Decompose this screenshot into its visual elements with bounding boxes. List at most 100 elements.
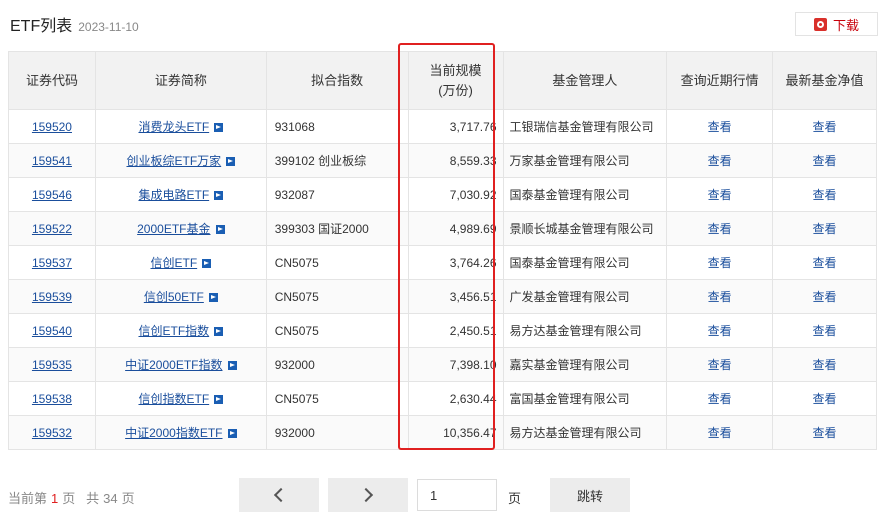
- arrow-right-icon[interactable]: [214, 123, 224, 132]
- manager-cell: 易方达基金管理有限公司: [502, 313, 668, 348]
- col-name: 证券简称: [94, 51, 267, 110]
- name-link[interactable]: 2000ETF基金: [137, 222, 210, 236]
- quote-cell: 查看: [666, 245, 774, 280]
- page-header: ETF列表 2023-11-10: [10, 12, 139, 36]
- size-cell: 2,450.51: [407, 313, 504, 348]
- view-nav-link[interactable]: 查看: [813, 392, 837, 406]
- arrow-right-icon[interactable]: [215, 225, 225, 234]
- next-page-button[interactable]: [328, 478, 408, 512]
- arrow-right-icon[interactable]: [202, 259, 212, 268]
- download-button[interactable]: 下载: [795, 12, 878, 36]
- manager-cell: 景顺长城基金管理有限公司: [502, 211, 668, 246]
- view-quote-link[interactable]: 查看: [708, 324, 732, 338]
- view-quote-link[interactable]: 查看: [708, 222, 732, 236]
- view-nav-link[interactable]: 查看: [813, 324, 837, 338]
- manager-cell: 万家基金管理有限公司: [502, 143, 668, 178]
- code-link[interactable]: 159546: [32, 188, 72, 202]
- name-link[interactable]: 中证2000指数ETF: [125, 426, 222, 440]
- view-nav-link[interactable]: 查看: [813, 290, 837, 304]
- quote-cell: 查看: [666, 177, 774, 212]
- page-number-input[interactable]: [417, 479, 497, 511]
- view-quote-link[interactable]: 查看: [708, 154, 732, 168]
- jump-button[interactable]: 跳转: [550, 478, 630, 512]
- name-link[interactable]: 信创指数ETF: [138, 392, 209, 406]
- arrow-right-icon[interactable]: [214, 191, 224, 200]
- code-cell: 159520: [8, 109, 96, 144]
- arrow-right-icon[interactable]: [227, 361, 237, 370]
- arrow-right-icon[interactable]: [227, 429, 237, 438]
- name-link[interactable]: 信创ETF指数: [138, 324, 209, 338]
- manager-cell: 国泰基金管理有限公司: [502, 177, 668, 212]
- index-cell: 931068: [265, 109, 409, 144]
- manager-cell: 嘉实基金管理有限公司: [502, 347, 668, 382]
- index-cell: CN5075: [265, 245, 409, 280]
- view-nav-link[interactable]: 查看: [813, 154, 837, 168]
- view-nav-link[interactable]: 查看: [813, 256, 837, 270]
- chevron-left-icon: [273, 487, 289, 503]
- view-quote-link[interactable]: 查看: [708, 256, 732, 270]
- code-link[interactable]: 159532: [32, 426, 72, 440]
- code-link[interactable]: 159522: [32, 222, 72, 236]
- table-header-row: 证券代码 证券简称 拟合指数 当前规模 (万份) 基金管理人 查询近期行情 最新…: [8, 51, 877, 110]
- nav-cell: 查看: [772, 245, 877, 280]
- total-suffix: 页: [121, 491, 135, 506]
- view-nav-link[interactable]: 查看: [813, 222, 837, 236]
- col-nav: 最新基金净值: [772, 51, 877, 110]
- col-size: 当前规模 (万份): [407, 51, 504, 110]
- col-size-label: 当前规模: [429, 62, 482, 78]
- index-cell: 932000: [265, 347, 409, 382]
- size-cell: 7,030.92: [407, 177, 504, 212]
- name-link[interactable]: 中证2000ETF指数: [125, 358, 222, 372]
- view-quote-link[interactable]: 查看: [708, 426, 732, 440]
- view-quote-link[interactable]: 查看: [708, 392, 732, 406]
- code-link[interactable]: 159540: [32, 324, 72, 338]
- arrow-right-icon[interactable]: [214, 395, 224, 404]
- view-nav-link[interactable]: 查看: [813, 188, 837, 202]
- code-link[interactable]: 159541: [32, 154, 72, 168]
- table-row: 159522 2000ETF基金 399303 国证2000 4,989.69 景顺长城…: [8, 211, 877, 246]
- arrow-right-icon[interactable]: [226, 157, 236, 166]
- table-row: 159540 信创ETF指数 CN5075 2,450.51 易方达基金管理有限公司 查看…: [8, 313, 877, 348]
- view-quote-link[interactable]: 查看: [708, 120, 732, 134]
- arrow-right-icon[interactable]: [208, 293, 218, 302]
- name-link[interactable]: 消费龙头ETF: [138, 120, 209, 134]
- nav-cell: 查看: [772, 109, 877, 144]
- col-code: 证券代码: [8, 51, 96, 110]
- code-link[interactable]: 159520: [32, 120, 72, 134]
- code-cell: 159540: [8, 313, 96, 348]
- index-cell: CN5075: [265, 381, 409, 416]
- table-row: 159546 集成电路ETF 932087 7,030.92 国泰基金管理有限公司 查看 查…: [8, 177, 877, 212]
- code-link[interactable]: 159538: [32, 392, 72, 406]
- name-link[interactable]: 信创ETF: [150, 256, 197, 270]
- nav-cell: 查看: [772, 143, 877, 178]
- quote-cell: 查看: [666, 347, 774, 382]
- code-link[interactable]: 159537: [32, 256, 72, 270]
- view-nav-link[interactable]: 查看: [813, 426, 837, 440]
- name-link[interactable]: 信创50ETF: [144, 290, 204, 304]
- view-nav-link[interactable]: 查看: [813, 120, 837, 134]
- view-quote-link[interactable]: 查看: [708, 358, 732, 372]
- size-cell: 3,717.76: [407, 109, 504, 144]
- document-icon: [813, 17, 827, 31]
- table-row: 159539 信创50ETF CN5075 3,456.51 广发基金管理有限公司 查看 查…: [8, 279, 877, 314]
- name-link[interactable]: 集成电路ETF: [138, 188, 209, 202]
- code-link[interactable]: 159535: [32, 358, 72, 372]
- code-link[interactable]: 159539: [32, 290, 72, 304]
- col-manager: 基金管理人: [502, 51, 668, 110]
- arrow-right-icon[interactable]: [214, 327, 224, 336]
- name-cell: 信创ETF指数: [94, 313, 267, 348]
- quote-cell: 查看: [666, 381, 774, 416]
- size-cell: 3,456.51: [407, 279, 504, 314]
- view-quote-link[interactable]: 查看: [708, 290, 732, 304]
- prev-page-button[interactable]: [239, 478, 319, 512]
- page-unit-label: 页: [508, 491, 522, 506]
- manager-cell: 易方达基金管理有限公司: [502, 415, 668, 450]
- view-nav-link[interactable]: 查看: [813, 358, 837, 372]
- pagination: 当前第1页 共34页 页 跳转: [8, 478, 884, 514]
- view-quote-link[interactable]: 查看: [708, 188, 732, 202]
- code-cell: 159541: [8, 143, 96, 178]
- size-cell: 7,398.10: [407, 347, 504, 382]
- name-link[interactable]: 创业板综ETF万家: [126, 154, 221, 168]
- quote-cell: 查看: [666, 415, 774, 450]
- index-cell: 932000: [265, 415, 409, 450]
